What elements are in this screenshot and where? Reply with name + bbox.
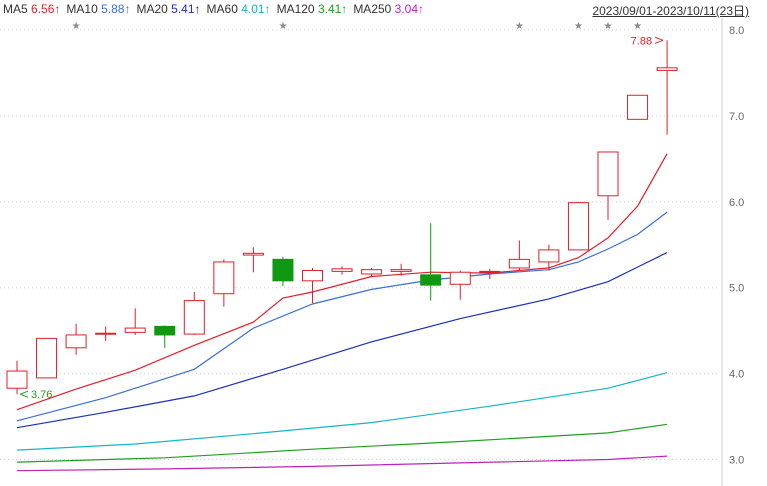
candle: [508, 240, 530, 271]
candle-body: [479, 270, 501, 273]
candle-body: [183, 300, 205, 335]
candle: [597, 151, 619, 220]
candle-body: [6, 370, 28, 389]
candle-body: [627, 94, 649, 120]
candle: [302, 267, 323, 304]
low-price-arrow-icon: [19, 390, 29, 398]
candle-body: [449, 271, 471, 285]
candle-body: [213, 261, 235, 295]
candle-body: [272, 258, 294, 282]
candle: [124, 308, 146, 335]
candle: [567, 201, 589, 251]
high-price-arrow-icon: [654, 36, 664, 44]
candle: [36, 337, 58, 379]
star-icon: ★: [72, 21, 81, 32]
ma-line-ma20: [16, 251, 668, 429]
price-axis: 8.0 7.0 6.0 5.0 4.0 3.0: [721, 18, 744, 486]
candle: [420, 223, 442, 301]
candle-body: [242, 252, 264, 256]
star-icon: ★: [604, 21, 613, 32]
candle-body: [124, 327, 146, 333]
candle-body: [95, 332, 117, 335]
candle: [449, 270, 471, 300]
candle-body: [597, 151, 619, 197]
candle-body: [154, 325, 176, 336]
candle: [331, 266, 353, 275]
candle: [242, 247, 264, 273]
candle-body: [390, 269, 412, 272]
y-tick-label: 6.0: [729, 197, 744, 209]
candles: [6, 40, 678, 395]
candle: [656, 40, 678, 135]
candle-body: [508, 258, 530, 269]
candle-body: [538, 249, 560, 263]
ma-line-ma5: [16, 153, 668, 411]
ma-line-ma250: [16, 455, 668, 472]
price-annotations: 3.76 7.88: [19, 35, 664, 401]
candle-body: [656, 67, 678, 71]
star-icon: ★: [515, 21, 524, 32]
candle: [183, 291, 205, 335]
y-tick-label: 5.0: [729, 283, 744, 295]
y-tick-label: 8.0: [729, 25, 744, 37]
high-price-label: 7.88: [631, 35, 652, 47]
candle: [538, 244, 560, 271]
candle-body: [567, 202, 589, 251]
candle-body: [361, 269, 383, 275]
candle-body: [36, 337, 58, 379]
ma-line-ma120: [16, 423, 668, 463]
moving-average-lines: [16, 153, 668, 472]
y-tick-label: 3.0: [729, 455, 744, 467]
star-icon: ★: [278, 21, 287, 32]
candle: [6, 360, 28, 395]
star-icon: ★: [633, 21, 642, 32]
candle: [213, 259, 235, 307]
candle-body: [420, 274, 442, 286]
candle: [154, 325, 176, 348]
candle: [272, 256, 294, 286]
price-grid: [0, 29, 718, 460]
ma-line-ma60: [16, 372, 668, 451]
star-icon: ★: [574, 21, 583, 32]
candle-body: [331, 268, 353, 272]
candlestick-chart: ★ ★ ★ ★ ★ ★ 3.76 7.88 8.0 7.0 6.0 5.0 4.0 3.0: [0, 18, 744, 486]
y-tick-label: 7.0: [729, 111, 744, 123]
candle-body: [302, 270, 323, 282]
candle: [65, 323, 87, 355]
y-tick-label: 4.0: [729, 369, 744, 381]
candle-body: [65, 334, 87, 349]
candle: [95, 326, 117, 341]
candle: [627, 94, 649, 120]
low-price-label: 3.76: [31, 389, 52, 401]
